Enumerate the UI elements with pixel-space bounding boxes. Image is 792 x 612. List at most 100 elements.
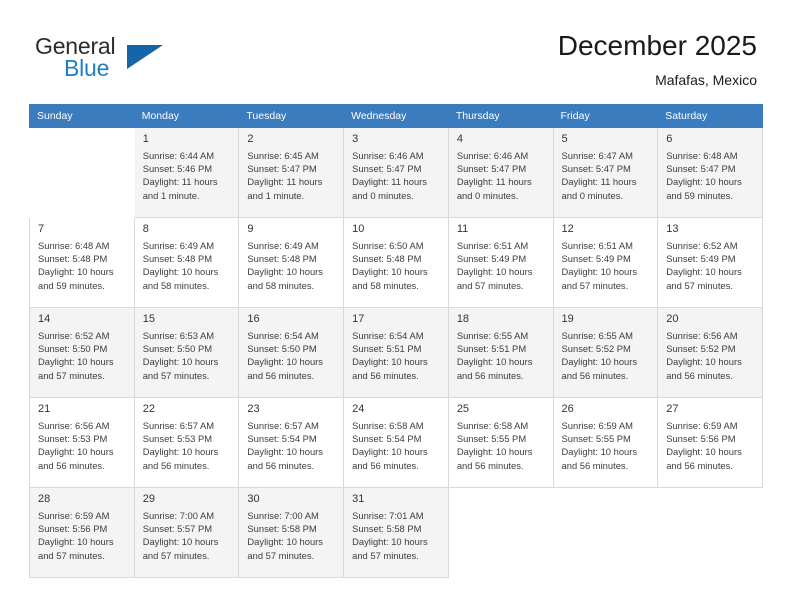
sunrise-text: Sunrise: 6:48 AM <box>38 240 110 251</box>
calendar-day-cell[interactable]: 10 Sunrise: 6:50 AM Sunset: 5:48 PM Dayligh… <box>343 217 449 308</box>
calendar-day-cell[interactable]: 12 Sunrise: 6:51 AM Sunset: 5:49 PM Dayligh… <box>552 217 659 308</box>
calendar-day-cell[interactable]: 11 Sunrise: 6:51 AM Sunset: 5:49 PM Dayligh… <box>447 217 554 308</box>
sunrise-text: Sunrise: 6:55 AM <box>561 330 633 341</box>
daylight-text: Daylight: 10 hours and 56 minutes. <box>561 446 638 471</box>
calendar-day-cell[interactable]: 22 Sunrise: 6:57 AM Sunset: 5:53 PM Dayligh… <box>133 397 240 488</box>
calendar-day-cell[interactable]: 16 Sunrise: 6:54 AM Sunset: 5:50 PM Dayligh… <box>238 307 345 398</box>
calendar-day-cell[interactable]: 30 Sunrise: 7:00 AM Sunset: 5:58 PM Dayligh… <box>238 487 345 578</box>
day-number: 9 <box>247 223 254 235</box>
calendar-week-row: 7 Sunrise: 6:48 AM Sunset: 5:48 PM Daylight… <box>29 217 763 308</box>
day-number: 15 <box>142 313 155 325</box>
sunrise-text: Sunrise: 6:54 AM <box>247 330 319 341</box>
triangle-icon <box>127 45 163 69</box>
calendar-day-cell[interactable]: 20 Sunrise: 6:56 AM Sunset: 5:52 PM Dayligh… <box>657 307 763 398</box>
day-number: 23 <box>247 403 260 415</box>
calendar-day-cell[interactable]: 14 Sunrise: 6:52 AM Sunset: 5:50 PM Dayligh… <box>29 307 135 398</box>
calendar-day-cell[interactable]: 23 Sunrise: 6:57 AM Sunset: 5:54 PM Dayligh… <box>238 397 345 488</box>
day-number: 10 <box>352 223 365 235</box>
day-details: Sunrise: 6:46 AM Sunset: 5:47 PM Daylight:… <box>449 148 553 202</box>
day-details: Sunrise: 7:00 AM Sunset: 5:57 PM Daylight:… <box>135 508 239 562</box>
sunset-text: Sunset: 5:55 PM <box>456 433 527 445</box>
sunset-text: Sunset: 5:46 PM <box>142 163 213 175</box>
sunset-text: Sunset: 5:52 PM <box>561 343 631 355</box>
sunset-text: Sunset: 5:50 PM <box>38 343 108 355</box>
daylight-text: Daylight: 10 hours and 57 minutes. <box>142 536 219 561</box>
day-number: 2 <box>247 133 254 145</box>
calendar-day-cell[interactable]: 7 Sunrise: 6:48 AM Sunset: 5:48 PM Daylight… <box>29 217 135 308</box>
daylight-text: Daylight: 10 hours and 56 minutes. <box>142 446 219 471</box>
day-number: 18 <box>456 313 470 325</box>
weekday-header-tuesday: Tuesday <box>238 104 345 128</box>
day-details: Sunrise: 6:55 AM Sunset: 5:52 PM Daylight:… <box>554 328 658 382</box>
day-number: 29 <box>142 493 155 505</box>
sunrise-text: Sunrise: 6:56 AM <box>38 420 110 431</box>
day-number: 5 <box>561 133 568 145</box>
day-details: Sunrise: 6:56 AM Sunset: 5:53 PM Daylight:… <box>30 418 134 472</box>
daylight-text: Daylight: 10 hours and 56 minutes. <box>456 356 533 381</box>
sunset-text: Sunset: 5:53 PM <box>38 433 108 445</box>
calendar-day-cell[interactable]: 28 Sunrise: 6:59 AM Sunset: 5:56 PM Dayligh… <box>29 487 135 578</box>
sunset-text: Sunset: 5:47 PM <box>666 163 736 175</box>
day-details: Sunrise: 6:54 AM Sunset: 5:50 PM Daylight:… <box>239 328 343 382</box>
calendar-day-cell[interactable]: 17 Sunrise: 6:54 AM Sunset: 5:51 PM Dayligh… <box>343 307 449 398</box>
calendar-week-row: 21 Sunrise: 6:56 AM Sunset: 5:53 PM Dayligh… <box>29 397 763 488</box>
daylight-text: Daylight: 10 hours and 56 minutes. <box>352 356 428 381</box>
daylight-text: Daylight: 10 hours and 56 minutes. <box>352 446 428 471</box>
sunset-text: Sunset: 5:51 PM <box>456 343 527 355</box>
daylight-text: Daylight: 10 hours and 57 minutes. <box>247 536 323 561</box>
day-details: Sunrise: 6:46 AM Sunset: 5:47 PM Daylight:… <box>344 148 448 202</box>
day-number: 20 <box>666 313 679 325</box>
day-details: Sunrise: 7:00 AM Sunset: 5:58 PM Daylight:… <box>239 508 343 562</box>
calendar-cell-empty <box>552 487 659 578</box>
calendar-day-cell[interactable]: 3 Sunrise: 6:46 AM Sunset: 5:47 PM Daylight… <box>343 127 449 218</box>
calendar-day-cell[interactable]: 26 Sunrise: 6:59 AM Sunset: 5:55 PM Dayligh… <box>552 397 659 488</box>
calendar-day-cell[interactable]: 19 Sunrise: 6:55 AM Sunset: 5:52 PM Dayligh… <box>552 307 659 398</box>
calendar-day-cell[interactable]: 9 Sunrise: 6:49 AM Sunset: 5:48 PM Daylight… <box>238 217 345 308</box>
day-number: 30 <box>247 493 260 505</box>
calendar-day-cell[interactable]: 15 Sunrise: 6:53 AM Sunset: 5:50 PM Dayligh… <box>133 307 240 398</box>
calendar-day-cell[interactable]: 31 Sunrise: 7:01 AM Sunset: 5:58 PM Dayligh… <box>343 487 449 578</box>
page-header: General Blue December 2025 Mafafas, Mexi… <box>0 0 792 100</box>
day-number: 12 <box>561 223 574 235</box>
sunrise-text: Sunrise: 6:59 AM <box>38 510 110 521</box>
calendar-body: 1 Sunrise: 6:44 AM Sunset: 5:46 PM Daylight… <box>29 127 763 578</box>
calendar-day-cell[interactable]: 6 Sunrise: 6:48 AM Sunset: 5:47 PM Daylight… <box>657 127 763 218</box>
day-number: 26 <box>561 403 574 415</box>
day-number: 19 <box>561 313 574 325</box>
calendar-day-cell[interactable]: 5 Sunrise: 6:47 AM Sunset: 5:47 PM Daylight… <box>552 127 659 218</box>
sunset-text: Sunset: 5:48 PM <box>38 253 108 265</box>
sunset-text: Sunset: 5:49 PM <box>561 253 631 265</box>
daylight-text: Daylight: 10 hours and 56 minutes. <box>247 446 323 471</box>
calendar-day-cell[interactable]: 25 Sunrise: 6:58 AM Sunset: 5:55 PM Dayligh… <box>447 397 554 488</box>
sunrise-text: Sunrise: 6:46 AM <box>352 150 424 161</box>
daylight-text: Daylight: 10 hours and 58 minutes. <box>352 266 428 291</box>
calendar-day-cell[interactable]: 4 Sunrise: 6:46 AM Sunset: 5:47 PM Daylight… <box>447 127 554 218</box>
calendar-day-cell[interactable]: 13 Sunrise: 6:52 AM Sunset: 5:49 PM Dayligh… <box>657 217 763 308</box>
day-number: 24 <box>352 403 365 415</box>
daylight-text: Daylight: 10 hours and 57 minutes. <box>352 536 428 561</box>
calendar-day-cell[interactable]: 8 Sunrise: 6:49 AM Sunset: 5:48 PM Daylight… <box>133 217 240 308</box>
calendar-day-cell[interactable]: 24 Sunrise: 6:58 AM Sunset: 5:54 PM Dayligh… <box>343 397 449 488</box>
calendar-day-cell[interactable]: 21 Sunrise: 6:56 AM Sunset: 5:53 PM Dayligh… <box>29 397 135 488</box>
daylight-text: Daylight: 10 hours and 56 minutes. <box>247 356 323 381</box>
day-details: Sunrise: 6:47 AM Sunset: 5:47 PM Daylight:… <box>554 148 658 202</box>
day-number: 21 <box>38 403 51 415</box>
daylight-text: Daylight: 10 hours and 56 minutes. <box>666 356 742 381</box>
daylight-text: Daylight: 11 hours and 0 minutes. <box>456 176 532 201</box>
day-number: 4 <box>456 133 463 145</box>
sunrise-text: Sunrise: 6:47 AM <box>561 150 633 161</box>
calendar-day-cell[interactable]: 1 Sunrise: 6:44 AM Sunset: 5:46 PM Daylight… <box>133 127 240 218</box>
calendar-day-cell[interactable]: 27 Sunrise: 6:59 AM Sunset: 5:56 PM Dayligh… <box>657 397 763 488</box>
day-number: 3 <box>352 133 359 145</box>
calendar-day-cell[interactable]: 18 Sunrise: 6:55 AM Sunset: 5:51 PM Dayligh… <box>447 307 554 398</box>
calendar-day-cell[interactable]: 2 Sunrise: 6:45 AM Sunset: 5:47 PM Daylight… <box>238 127 345 218</box>
day-details: Sunrise: 6:45 AM Sunset: 5:47 PM Daylight:… <box>239 148 343 202</box>
calendar-day-cell[interactable]: 29 Sunrise: 7:00 AM Sunset: 5:57 PM Dayligh… <box>133 487 240 578</box>
weekday-header-friday: Friday <box>552 104 659 128</box>
sunrise-text: Sunrise: 6:57 AM <box>247 420 319 431</box>
day-number: 8 <box>142 223 149 235</box>
daylight-text: Daylight: 10 hours and 56 minutes. <box>38 446 114 471</box>
sunrise-text: Sunrise: 6:44 AM <box>142 150 215 161</box>
sunrise-text: Sunrise: 6:55 AM <box>456 330 529 341</box>
general-blue-logo[interactable]: General Blue <box>35 33 215 89</box>
